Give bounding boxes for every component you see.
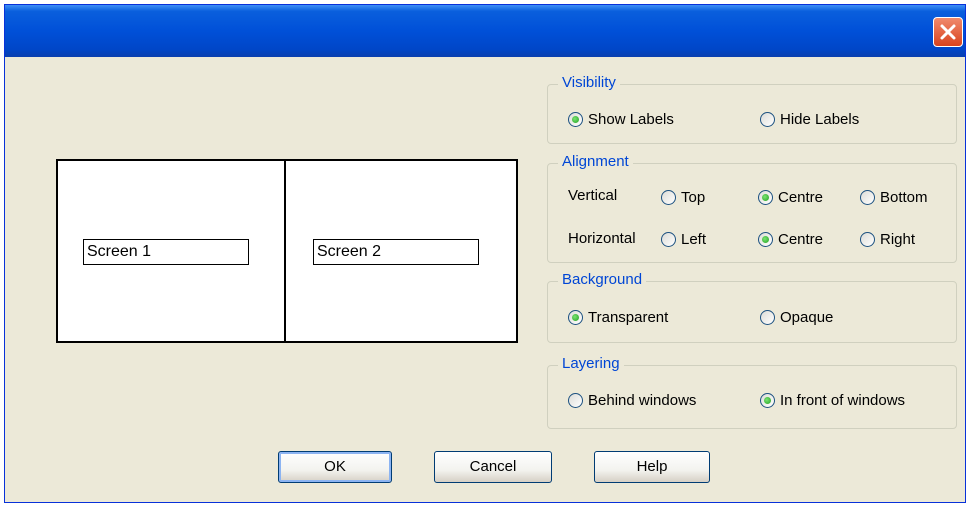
radio-unselected-icon — [860, 232, 875, 247]
alignment-group-title: Alignment — [558, 153, 633, 170]
transparent-label: Transparent — [588, 309, 669, 326]
ok-button[interactable]: OK — [278, 451, 392, 483]
layering-group-title: Layering — [558, 355, 624, 372]
in-front-of-windows-radio[interactable]: In front of windows — [760, 392, 905, 409]
screen-1-label: Screen 1 — [83, 239, 249, 265]
cancel-button[interactable]: Cancel — [434, 451, 552, 483]
show-labels-label: Show Labels — [588, 111, 674, 128]
background-group: Background Transparent Opaque — [547, 271, 957, 343]
horizontal-left-radio[interactable]: Left — [661, 231, 706, 248]
radio-unselected-icon — [860, 190, 875, 205]
vertical-top-radio[interactable]: Top — [661, 189, 705, 206]
vertical-centre-label: Centre — [778, 189, 824, 206]
radio-unselected-icon — [568, 393, 583, 408]
horizontal-right-radio[interactable]: Right — [860, 231, 915, 248]
vertical-top-label: Top — [681, 189, 706, 206]
hide-labels-label: Hide Labels — [780, 111, 860, 128]
horizontal-label: Horizontal — [568, 230, 636, 247]
radio-unselected-icon — [760, 310, 775, 325]
close-icon — [940, 24, 956, 40]
hide-labels-radio[interactable]: Hide Labels — [760, 111, 859, 128]
radio-unselected-icon — [661, 190, 676, 205]
opaque-radio[interactable]: Opaque — [760, 309, 833, 326]
dialog-window: Screen 1 Screen 2 Visibility Show Labels… — [4, 4, 966, 503]
screen-1-preview: Screen 1 — [58, 161, 286, 341]
radio-unselected-icon — [760, 112, 775, 127]
vertical-label: Vertical — [568, 187, 618, 204]
radio-unselected-icon — [661, 232, 676, 247]
behind-windows-label: Behind windows — [588, 392, 697, 409]
radio-selected-icon — [568, 112, 583, 127]
layering-group: Layering Behind windows In front of wind… — [547, 355, 957, 429]
behind-windows-radio[interactable]: Behind windows — [568, 392, 696, 409]
horizontal-centre-radio[interactable]: Centre — [758, 231, 823, 248]
vertical-bottom-radio[interactable]: Bottom — [860, 189, 928, 206]
screen-preview: Screen 1 Screen 2 — [56, 159, 518, 343]
title-bar[interactable] — [5, 5, 965, 57]
screen-2-preview: Screen 2 — [286, 161, 516, 341]
alignment-group: Alignment Vertical Top Centre Bottom Hor… — [547, 153, 957, 263]
radio-selected-icon — [568, 310, 583, 325]
help-button[interactable]: Help — [594, 451, 710, 483]
opaque-label: Opaque — [780, 309, 834, 326]
vertical-centre-radio[interactable]: Centre — [758, 189, 823, 206]
in-front-of-windows-label: In front of windows — [780, 392, 906, 409]
visibility-group-title: Visibility — [558, 74, 620, 91]
visibility-group: Visibility Show Labels Hide Labels — [547, 74, 957, 144]
close-button[interactable] — [933, 17, 963, 47]
vertical-bottom-label: Bottom — [880, 189, 928, 206]
horizontal-right-label: Right — [880, 231, 916, 248]
dialog-content: Screen 1 Screen 2 Visibility Show Labels… — [5, 57, 965, 502]
horizontal-left-label: Left — [681, 231, 707, 248]
horizontal-centre-label: Centre — [778, 231, 824, 248]
screen-2-label: Screen 2 — [313, 239, 479, 265]
show-labels-radio[interactable]: Show Labels — [568, 111, 674, 128]
radio-selected-icon — [760, 393, 775, 408]
radio-selected-icon — [758, 190, 773, 205]
background-group-title: Background — [558, 271, 647, 288]
radio-selected-icon — [758, 232, 773, 247]
transparent-radio[interactable]: Transparent — [568, 309, 668, 326]
